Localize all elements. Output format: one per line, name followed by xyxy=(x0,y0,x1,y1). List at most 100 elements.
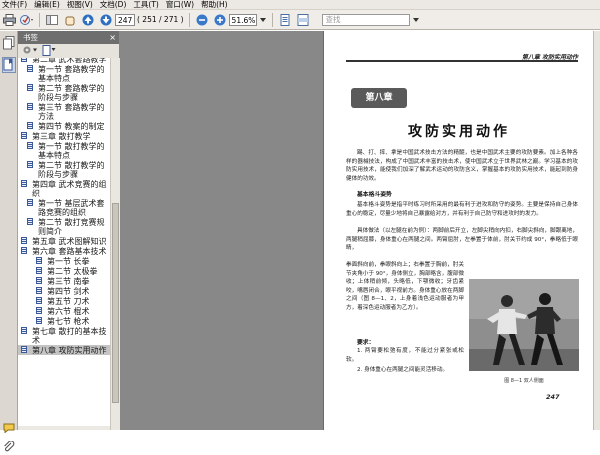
attachments-icon[interactable] xyxy=(3,440,15,455)
document-viewer: 第八章 攻防实用动作 第八章 攻防实用动作 踢、打、摔、拿是中国武术技击方法的精… xyxy=(120,31,600,430)
bookmark-icon xyxy=(36,287,43,295)
bookmark-item[interactable]: 第三节 南拳 xyxy=(18,276,110,286)
document-scrollbar[interactable] xyxy=(593,31,600,430)
page-count-label: ( 251 / 271 ) xyxy=(137,15,184,24)
collaborate-icon[interactable] xyxy=(20,13,34,27)
arrow-down-icon[interactable] xyxy=(99,13,113,27)
menu-help[interactable]: 帮助(H) xyxy=(201,0,228,10)
bookmark-label: 第二节 散打教学的阶段与步骤 xyxy=(38,161,105,179)
fit-width-icon[interactable] xyxy=(296,13,310,27)
toolbar-separator xyxy=(271,12,273,27)
navigation-pane-icon[interactable] xyxy=(45,13,59,27)
bookmark-label: 第七章 散打的基本技术 xyxy=(32,327,107,345)
menu-edit[interactable]: 编辑(E) xyxy=(34,0,60,10)
arrow-up-icon[interactable] xyxy=(81,13,95,27)
pdf-page: 第八章 攻防实用动作 第八章 攻防实用动作 踢、打、摔、拿是中国武术技击方法的精… xyxy=(323,31,593,430)
page-number: 247 xyxy=(546,393,560,401)
toolbar-separator xyxy=(188,12,190,27)
bookmark-item[interactable]: 第八章 攻防实用动作 xyxy=(18,345,110,355)
bookmark-icon xyxy=(27,161,34,169)
print-icon[interactable] xyxy=(2,13,16,27)
bookmark-label: 第八章 攻防实用动作 xyxy=(32,346,107,355)
bookmark-item[interactable]: 第四章 武术竞赛的组织 xyxy=(18,179,110,198)
navigation-rail xyxy=(0,31,18,452)
bookmark-label: 第三节 南拳 xyxy=(47,277,90,286)
bookmark-item[interactable]: 第六节 棍术 xyxy=(18,306,110,316)
fit-page-icon[interactable] xyxy=(278,13,292,27)
bookmarks-panel: 书签 × 第二章 武术套路教学 第一节 套路教学的基本特点 第二节 套路教学的阶段与… xyxy=(18,31,120,430)
header-rule xyxy=(346,60,578,62)
bookmark-tree: 第二章 武术套路教学 第一节 套路教学的基本特点 第二节 套路教学的阶段与步骤 第三节… xyxy=(18,58,110,426)
bookmark-icon xyxy=(36,257,43,265)
bookmark-item[interactable]: 第五节 刀术 xyxy=(18,296,110,306)
menu-file[interactable]: 文件(F) xyxy=(2,0,27,10)
bookmark-icon xyxy=(27,142,34,150)
bookmark-item[interactable]: 第一节 套路教学的基本特点 xyxy=(18,64,110,83)
bookmark-label: 第一节 套路教学的基本特点 xyxy=(38,65,105,83)
body-paragraph: 拳面斜向前，拳眼斜向上；右拳置于胸前，肘关节夹角小于 90°，身体侧立，胸部略含… xyxy=(346,262,464,311)
menu-window[interactable]: 窗口(W) xyxy=(166,0,194,10)
bookmark-label: 第四章 武术竞赛的组织 xyxy=(32,180,107,198)
figure-caption: 图 8—1 双人侧面 xyxy=(504,378,544,384)
bookmark-icon xyxy=(21,247,28,255)
bookmark-icon xyxy=(21,346,28,354)
panel-title: 书签 xyxy=(23,33,38,42)
comments-icon[interactable] xyxy=(3,423,15,435)
bookmark-icon xyxy=(36,317,43,325)
bookmark-item[interactable]: 第四节 教案的制定 xyxy=(18,121,110,131)
bookmark-icon xyxy=(21,180,28,188)
bookmark-item[interactable]: 第一节 长拳 xyxy=(18,256,110,266)
bookmark-item[interactable]: 第七节 枪术 xyxy=(18,316,110,326)
bookmark-item[interactable]: 第四节 剑术 xyxy=(18,286,110,296)
figure-photo xyxy=(469,279,579,371)
bookmark-icon xyxy=(36,277,43,285)
scrollbar-thumb[interactable] xyxy=(112,203,119,403)
bookmarks-icon[interactable] xyxy=(2,57,16,73)
close-icon[interactable]: × xyxy=(109,31,116,44)
bookmark-label: 第六章 套路基本技术 xyxy=(32,247,107,256)
bookmark-item[interactable]: 第三章 散打教学 xyxy=(18,131,110,141)
bookmark-item[interactable]: 第二节 太极拳 xyxy=(18,266,110,276)
search-input[interactable]: 查找 xyxy=(321,13,410,26)
hand-tool-icon[interactable] xyxy=(63,13,77,27)
search-dropdown-icon[interactable] xyxy=(412,13,420,27)
bookmark-item[interactable]: 第二章 武术套路教学 xyxy=(18,58,110,64)
bookmark-label: 第二节 散打竞赛规则简介 xyxy=(38,218,105,236)
bookmark-item[interactable]: 第五章 武术图解知识 xyxy=(18,236,110,246)
bookmark-item[interactable]: 第一节 散打教学的基本特点 xyxy=(18,141,110,160)
requirement-item: 1. 两臂要松弛有度，不能过分紧张或松软。 xyxy=(346,348,464,363)
menu-view[interactable]: 视图(V) xyxy=(67,0,93,10)
bookmark-label: 第一节 长拳 xyxy=(47,257,90,266)
zoom-out-icon[interactable] xyxy=(195,13,209,27)
bookmark-icon xyxy=(27,218,34,226)
zoom-in-icon[interactable] xyxy=(213,13,227,27)
body-paragraph: 具体做法（以左腿在前为例）：两脚前后开立，左脚尖稍向内扣，右脚尖斜向，脚跟离地，… xyxy=(346,228,578,251)
bookmark-item[interactable]: 第二节 散打竞赛规则简介 xyxy=(18,217,110,236)
bookmark-label: 第二章 武术套路教学 xyxy=(32,58,107,64)
bookmark-item[interactable]: 第一节 基层武术套路竞赛的组织 xyxy=(18,198,110,217)
bookmark-icon xyxy=(21,327,28,335)
bookmarks-scrollbar[interactable] xyxy=(110,58,120,430)
toolbar-separator xyxy=(39,12,40,27)
zoom-level-input[interactable]: 51.6% xyxy=(228,13,257,26)
intro-paragraph: 踢、打、摔、拿是中国武术技击方法的精髓，也是中国武术主要的攻防要素。加上各种各样… xyxy=(346,150,578,182)
options-icon[interactable] xyxy=(22,45,38,57)
page-number-input[interactable]: 247 xyxy=(115,13,135,26)
bookmark-item[interactable]: 第六章 套路基本技术 xyxy=(18,246,110,256)
bookmark-icon xyxy=(27,103,34,111)
pages-icon[interactable] xyxy=(3,36,15,52)
bookmark-item[interactable]: 第二节 套路教学的阶段与步骤 xyxy=(18,83,110,102)
body-paragraph: 基本格斗姿势是指平时练习时所采用的最有利于进攻和防守的姿势。主要是保持自己身体重… xyxy=(346,202,578,217)
bookmark-label: 第五节 刀术 xyxy=(47,297,90,306)
bookmark-item[interactable]: 第七章 散打的基本技术 xyxy=(18,326,110,345)
chapter-badge: 第八章 xyxy=(351,88,407,108)
bookmark-item[interactable]: 第二节 散打教学的阶段与步骤 xyxy=(18,160,110,179)
menu-tools[interactable]: 工具(T) xyxy=(133,0,158,10)
bookmark-item[interactable]: 第三节 套路教学的方法 xyxy=(18,102,110,121)
bookmark-icon xyxy=(27,65,34,73)
bookmark-icon xyxy=(27,122,34,130)
zoom-dropdown-icon[interactable] xyxy=(259,13,267,27)
new-bookmark-icon[interactable] xyxy=(42,44,56,58)
bookmark-label: 第三章 散打教学 xyxy=(32,132,91,141)
menu-document[interactable]: 文档(D) xyxy=(100,0,127,10)
